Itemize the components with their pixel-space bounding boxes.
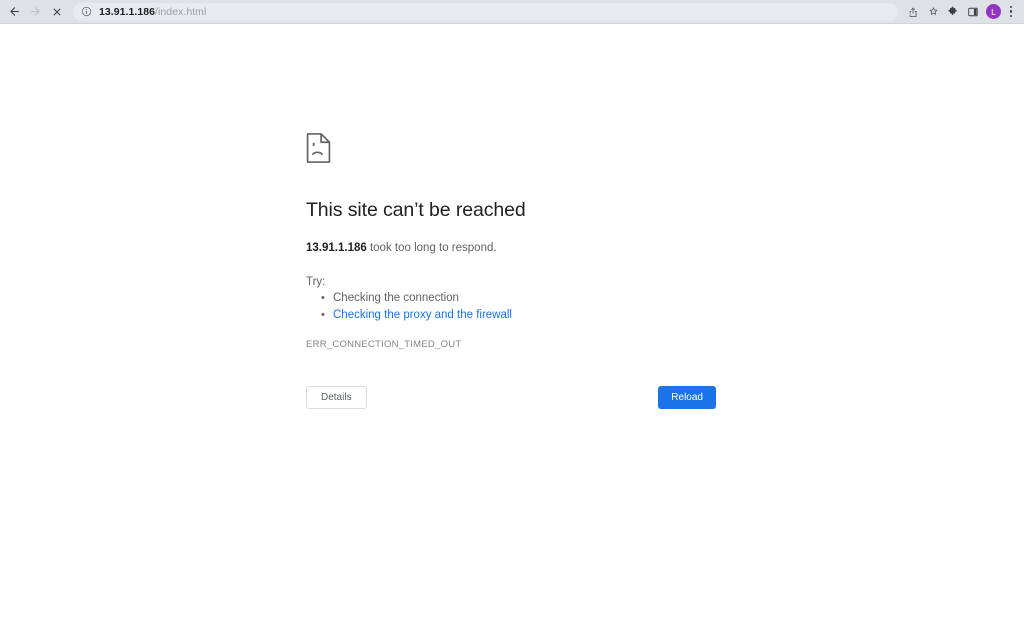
- menu-dot: [1009, 14, 1013, 18]
- bookmark-star-icon[interactable]: [923, 2, 943, 22]
- error-subtitle-rest: took too long to respond.: [366, 242, 497, 254]
- info-circle-icon[interactable]: [81, 6, 92, 17]
- forward-button[interactable]: [25, 1, 46, 22]
- menu-dot: [1009, 10, 1013, 13]
- reload-button[interactable]: Reload: [658, 386, 716, 409]
- share-icon[interactable]: [903, 2, 923, 22]
- address-bar-host: 13.91.1.186: [99, 5, 156, 18]
- details-button[interactable]: Details: [306, 386, 367, 409]
- browser-toolbar: 13.91.1.186/index.html L: [0, 0, 1024, 23]
- address-bar[interactable]: 13.91.1.186/index.html: [73, 2, 898, 21]
- button-row: Details Reload: [306, 386, 716, 409]
- address-bar-path: /index.html: [155, 5, 207, 18]
- side-panel-icon[interactable]: [963, 2, 983, 22]
- back-arrow-icon: [10, 7, 19, 16]
- address-bar-text: 13.91.1.186/index.html: [99, 6, 206, 18]
- stop-loading-button[interactable]: [46, 1, 67, 22]
- page-content: This site can’t be reached 13.91.1.186 t…: [0, 24, 1024, 638]
- list-item-proxy-firewall-link[interactable]: Checking the proxy and the firewall: [321, 307, 726, 324]
- profile-avatar[interactable]: L: [986, 4, 1001, 19]
- suggestion-list: Checking the connection Checking the pro…: [306, 290, 726, 323]
- try-label: Try:: [306, 276, 326, 289]
- back-button[interactable]: [4, 1, 25, 22]
- menu-dot: [1009, 5, 1013, 9]
- list-item: Checking the connection: [321, 290, 726, 307]
- sad-page-icon: [306, 132, 726, 169]
- profile-initial: L: [991, 6, 996, 17]
- extensions-puzzle-icon[interactable]: [943, 2, 963, 22]
- error-subtitle: 13.91.1.186 took too long to respond.: [306, 240, 726, 257]
- page-title: This site can’t be reached: [306, 199, 526, 221]
- close-x-icon: [53, 8, 60, 15]
- error-code: ERR_CONNECTION_TIMED_OUT: [306, 339, 462, 351]
- error-host: 13.91.1.186: [306, 242, 367, 254]
- error-container: This site can’t be reached 13.91.1.186 t…: [306, 132, 726, 350]
- forward-arrow-icon: [31, 7, 40, 16]
- three-dot-menu-icon[interactable]: [1004, 4, 1018, 20]
